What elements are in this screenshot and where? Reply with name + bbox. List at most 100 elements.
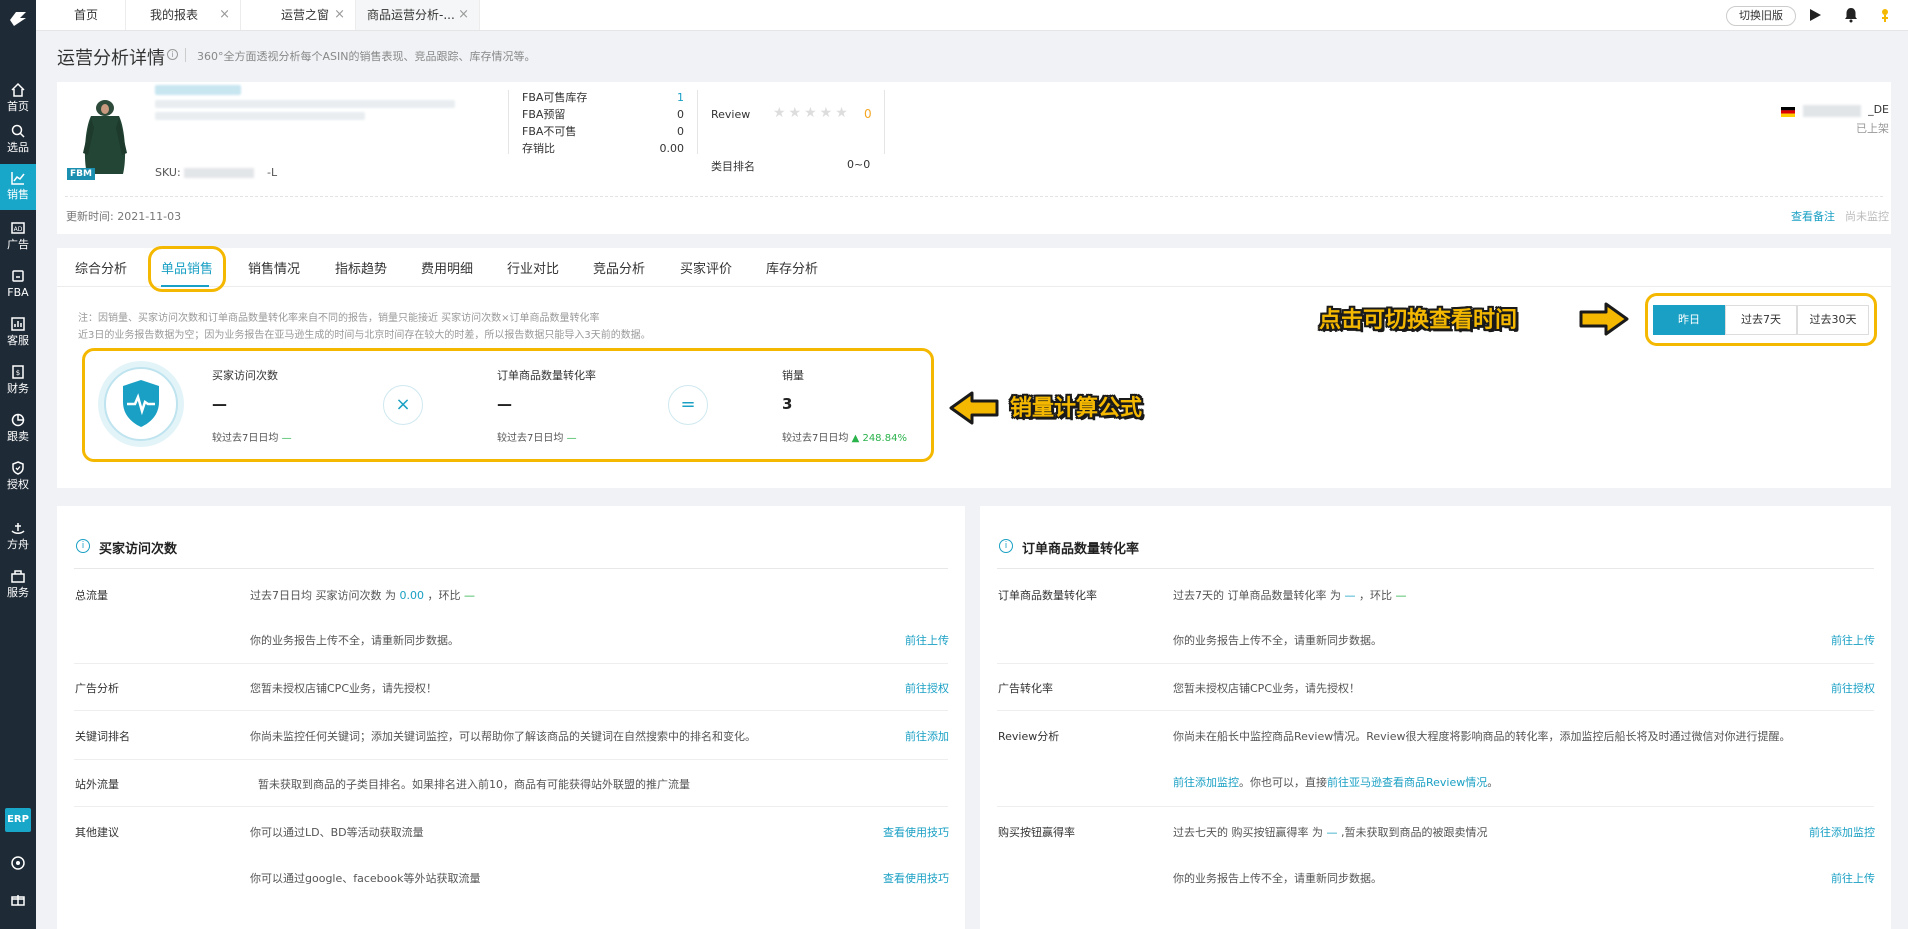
tab-fee-details[interactable]: 费用明细 (421, 258, 473, 282)
tab-inventory-analysis[interactable]: 库存分析 (766, 258, 818, 282)
top-tabs-bar: 首页 我的报表 × 运营之窗 × 商品运营分析-... × 切换旧版 (36, 0, 1908, 31)
bell-icon[interactable] (1842, 6, 1860, 24)
row-text: 你的业务报告上传不全，请重新同步数据。 (250, 634, 459, 647)
amazon-review-link[interactable]: 前往亚马逊查看商品Review情况 (1327, 776, 1487, 789)
add-keyword-link[interactable]: 前往添加 (905, 728, 949, 744)
annotation-switch-time: 点击可切换查看时间 (1319, 308, 1518, 333)
text-segment: ，环比 (1359, 589, 1392, 602)
tab-sales-status[interactable]: 销售情况 (248, 258, 300, 282)
support-icon[interactable] (10, 855, 26, 871)
annotation-formula: 销量计算公式 (1010, 396, 1143, 421)
tab-home[interactable]: 首页 (36, 0, 126, 30)
row-text: 您暂未授权店铺CPC业务，请先授权！ (1173, 682, 1360, 695)
view-note-link[interactable]: 查看备注 (1791, 208, 1835, 224)
sidebar-item-label: 首页 (7, 100, 29, 113)
metric-delta: — (464, 589, 475, 602)
divider (74, 806, 948, 807)
tab-buyer-reviews[interactable]: 买家评价 (680, 258, 732, 282)
mascot-icon[interactable] (1876, 6, 1894, 24)
sidebar-item-authorization[interactable]: 授权 (0, 454, 36, 496)
text-segment: 。 (1487, 776, 1499, 789)
review-value: 0 (864, 107, 872, 121)
play-icon[interactable] (1806, 6, 1824, 24)
tab-overview-analysis[interactable]: 综合分析 (75, 258, 127, 282)
sidebar-item-home[interactable]: 首页 (0, 76, 36, 118)
row-text: 你尚未监控任何关键词；添加关键词监控，可以帮助你了解该商品的关键词在自然搜索中的… (250, 730, 756, 743)
usage-tips-link[interactable]: 查看使用技巧 (883, 824, 949, 840)
usage-tips-link[interactable]: 查看使用技巧 (883, 870, 949, 886)
erp-button[interactable]: ERP (5, 808, 31, 832)
tab-my-reports[interactable]: 我的报表 × (126, 0, 241, 30)
review-stars: ★★★★★ (773, 105, 851, 121)
tab-industry-comparison[interactable]: 行业对比 (507, 258, 559, 282)
upload-link[interactable]: 前往上传 (1831, 870, 1875, 886)
sidebar-item-label: 财务 (7, 382, 29, 395)
sidebar-item-fba[interactable]: FBA (0, 262, 36, 304)
row-text: 过去七天的 购买按钮赢得率 为 — ,暂未获取到商品的被跟卖情况 (1173, 824, 1488, 840)
divider (57, 286, 1891, 287)
sidebar-item-follow-sell[interactable]: 跟卖 (0, 406, 36, 448)
authorize-link[interactable]: 前往授权 (1831, 680, 1875, 696)
sku-suffix: -L (267, 166, 278, 179)
fbm-badge: FBM (67, 168, 95, 180)
sidebar: 首页 选品 销售 AD 广告 FBA 客服 $ 财务 跟卖 授权 方舟 服务 E… (0, 0, 36, 929)
gift-icon[interactable] (10, 891, 26, 907)
close-icon[interactable]: × (458, 0, 469, 30)
close-icon[interactable]: × (219, 0, 230, 30)
tab-label: 运营之窗 (281, 8, 330, 22)
authorize-link[interactable]: 前往授权 (905, 680, 949, 696)
close-icon[interactable]: × (334, 0, 345, 30)
arrow-right-icon (1579, 302, 1629, 336)
sidebar-item-ark[interactable]: 方舟 (0, 514, 36, 556)
sidebar-item-ads[interactable]: AD 广告 (0, 214, 36, 256)
logo-icon[interactable] (6, 6, 30, 30)
note-line: 注：因销量、买家访问次数和订单商品数量转化率来自不同的报告，销量只能接近 买家访… (78, 313, 600, 324)
row-label: 广告转化率 (998, 682, 1053, 695)
sku-label: SKU: (155, 166, 181, 179)
info-icon[interactable]: i (167, 49, 178, 60)
divider (74, 663, 948, 664)
sidebar-item-selection[interactable]: 选品 (0, 117, 36, 159)
ad-icon: AD (11, 222, 25, 234)
tab-competitor-analysis[interactable]: 竞品分析 (593, 258, 645, 282)
metric-delta: — (1395, 589, 1407, 602)
category-rank-value: 0~0 (847, 158, 871, 171)
row-label: 关键词排名 (75, 730, 130, 743)
tab-metric-trends[interactable]: 指标趋势 (335, 258, 387, 282)
sidebar-item-label: 销售 (7, 188, 29, 201)
review-label: Review (711, 108, 751, 121)
sidebar-item-label: 服务 (7, 586, 29, 599)
svg-text:$: $ (16, 369, 20, 377)
divider (997, 663, 1874, 664)
divider (697, 90, 698, 154)
panel-title: 买家访问次数 (99, 542, 178, 557)
add-monitor-link[interactable]: 前往添加监控 (1173, 776, 1239, 789)
stat-label: FBA不可售 (522, 125, 577, 138)
tab-ops-window[interactable]: 运营之窗 × (241, 0, 356, 30)
row-label: Review分析 (998, 730, 1060, 743)
divider (884, 90, 885, 154)
sidebar-item-customer-service[interactable]: 客服 (0, 310, 36, 352)
divider (74, 710, 948, 711)
add-monitor-link[interactable]: 前往添加监控 (1809, 824, 1875, 840)
row-text: 暂未获取到商品的子类目排名。如果排名进入前10，商品有可能获得站外联盟的推广流量 (258, 778, 690, 791)
stat-value: 0 (677, 108, 684, 121)
tab-product-ops-analysis[interactable]: 商品运营分析-... × (356, 0, 480, 30)
row-text: 你的业务报告上传不全，请重新同步数据。 (1173, 634, 1382, 647)
pie-chart-icon (11, 413, 25, 427)
switch-old-version-button[interactable]: 切换旧版 (1726, 6, 1796, 26)
sidebar-item-finance[interactable]: $ 财务 (0, 358, 36, 400)
upload-link[interactable]: 前往上传 (905, 632, 949, 648)
chart-line-icon (11, 172, 25, 185)
sidebar-item-sales[interactable]: 销售 (0, 164, 36, 210)
not-monitored-status[interactable]: 尚未监控 (1845, 208, 1889, 224)
row-text: 你的业务报告上传不全，请重新同步数据。 (1173, 872, 1382, 885)
row-text: 前往添加监控。你也可以，直接前往亚马逊查看商品Review情况。 (1173, 774, 1498, 790)
germany-flag-icon (1781, 107, 1795, 117)
stat-fba-unsellable: FBA不可售 0 (522, 124, 684, 140)
sidebar-item-label: FBA (7, 286, 29, 299)
sidebar-item-service[interactable]: 服务 (0, 562, 36, 604)
product-image[interactable] (77, 98, 133, 178)
product-summary-card: FBM SKU: -L FBA可售库存 1 FBA预留 0 FBA不可售 0 存… (57, 82, 1891, 234)
upload-link[interactable]: 前往上传 (1831, 632, 1875, 648)
